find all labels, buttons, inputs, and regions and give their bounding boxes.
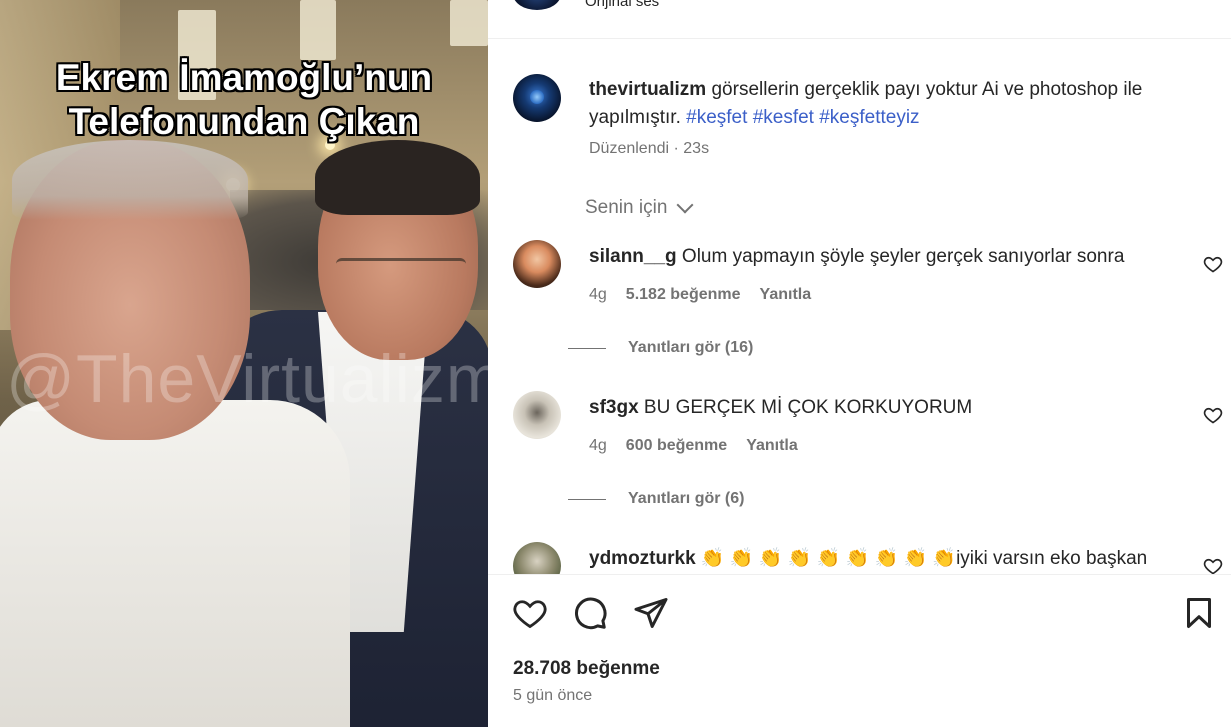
person-left-shirt: [0, 400, 350, 727]
media-caption-line-2: Telefonundan Çıkan: [68, 101, 420, 142]
comment-body: Olum yapmayın şöyle şeyler gerçek sanıyo…: [676, 246, 1125, 267]
divider-line: [568, 498, 606, 500]
view-replies-button[interactable]: Yanıtları gör (16): [568, 339, 753, 357]
avatar[interactable]: [513, 240, 561, 288]
comment-item: sf3gx BU GERÇEK Mİ ÇOK KORKUYORUM 4g 600…: [513, 391, 1223, 454]
comment-body: BU GERÇEK Mİ ÇOK KORKUYORUM: [638, 397, 973, 418]
caption-text: thevirtualizm görsellerin gerçeklik payı…: [589, 76, 1209, 132]
bookmark-icon[interactable]: [1181, 595, 1217, 631]
comment-likes[interactable]: 5.182 beğenme: [626, 286, 741, 304]
comment-meta: 4g 600 beğenme Yanıtla: [589, 437, 798, 455]
avatar[interactable]: [513, 74, 561, 122]
comment-age: 4g: [589, 286, 607, 303]
view-replies-label: Yanıtları gör (6): [628, 490, 745, 507]
comment-username[interactable]: ydmozturkk: [589, 548, 696, 569]
heart-icon[interactable]: [1203, 556, 1223, 574]
hashtag-link[interactable]: #keşfet: [686, 107, 747, 128]
post-date: 5 gün önce: [513, 687, 593, 704]
avatar[interactable]: [513, 542, 561, 574]
person-right-hair: [315, 140, 480, 215]
comment-text: sf3gx BU GERÇEK Mİ ÇOK KORKUYORUM: [589, 395, 972, 421]
audio-label[interactable]: Orijinal ses: [585, 0, 659, 10]
comment-sort-label: Senin için: [585, 197, 668, 218]
media-watermark: @TheVirtualizm: [6, 341, 488, 417]
person-right-glasses: [336, 258, 466, 285]
comment-text: ydmozturkk 👏 👏 👏 👏 👏 👏 👏 👏 👏iyiki varsın…: [589, 546, 1147, 572]
comment-age: 4g: [589, 437, 607, 454]
view-replies-label: Yanıtları gör (16): [628, 339, 754, 356]
comment-text: silann__g Olum yapmayın şöyle şeyler ger…: [589, 244, 1124, 270]
share-icon[interactable]: [633, 595, 669, 631]
comment-sort-dropdown[interactable]: Senin için: [585, 196, 694, 219]
reply-button[interactable]: Yanıtla: [746, 437, 798, 455]
caption-meta: Düzenlendi · 23s: [589, 140, 710, 157]
audio-avatar[interactable]: [513, 0, 561, 10]
audio-row: Orijinal ses: [488, 0, 1231, 39]
like-count[interactable]: 28.708 beğenme: [513, 658, 660, 680]
heart-icon[interactable]: [1203, 405, 1223, 425]
comment-meta: 4g 5.182 beğenme Yanıtla: [589, 286, 811, 304]
post-details-panel: Orijinal ses thevirtualizm görsellerin g…: [488, 0, 1231, 728]
comment-username[interactable]: sf3gx: [589, 397, 639, 418]
post-media[interactable]: @TheVirtualizm Ekrem İmamoğlu’nun Telefo…: [0, 0, 488, 727]
caption-username[interactable]: thevirtualizm: [589, 79, 706, 100]
background-window: [300, 0, 336, 60]
person-left-hair: [12, 140, 248, 220]
media-caption: Ekrem İmamoğlu’nun Telefonundan Çıkan: [0, 56, 488, 144]
comment-body: 👏 👏 👏 👏 👏 👏 👏 👏 👏iyiki varsın eko başkan: [695, 548, 1148, 569]
comment-likes[interactable]: 600 beğenme: [626, 437, 727, 455]
reply-button[interactable]: Yanıtla: [760, 286, 812, 304]
chevron-down-icon: [676, 196, 694, 214]
avatar[interactable]: [513, 391, 561, 439]
comment-item: ydmozturkk 👏 👏 👏 👏 👏 👏 👏 👏 👏iyiki varsın…: [513, 542, 1223, 574]
comment-item: silann__g Olum yapmayın şöyle şeyler ger…: [513, 240, 1223, 303]
hashtag-link[interactable]: #keşfetteyiz: [819, 107, 919, 128]
comment-username[interactable]: silann__g: [589, 246, 677, 267]
post-actions: 28.708 beğenme 5 gün önce: [488, 574, 1231, 728]
heart-icon[interactable]: [1203, 254, 1223, 274]
comments-scroll-area[interactable]: Orijinal ses thevirtualizm görsellerin g…: [488, 0, 1231, 574]
heart-icon[interactable]: [512, 595, 548, 631]
background-window: [450, 0, 488, 46]
media-caption-line-1: Ekrem İmamoğlu’nun: [55, 57, 433, 98]
divider-line: [568, 347, 606, 349]
comment-icon[interactable]: [572, 595, 608, 631]
view-replies-button[interactable]: Yanıtları gör (6): [568, 490, 744, 508]
hashtag-link[interactable]: #kesfet: [753, 107, 814, 128]
